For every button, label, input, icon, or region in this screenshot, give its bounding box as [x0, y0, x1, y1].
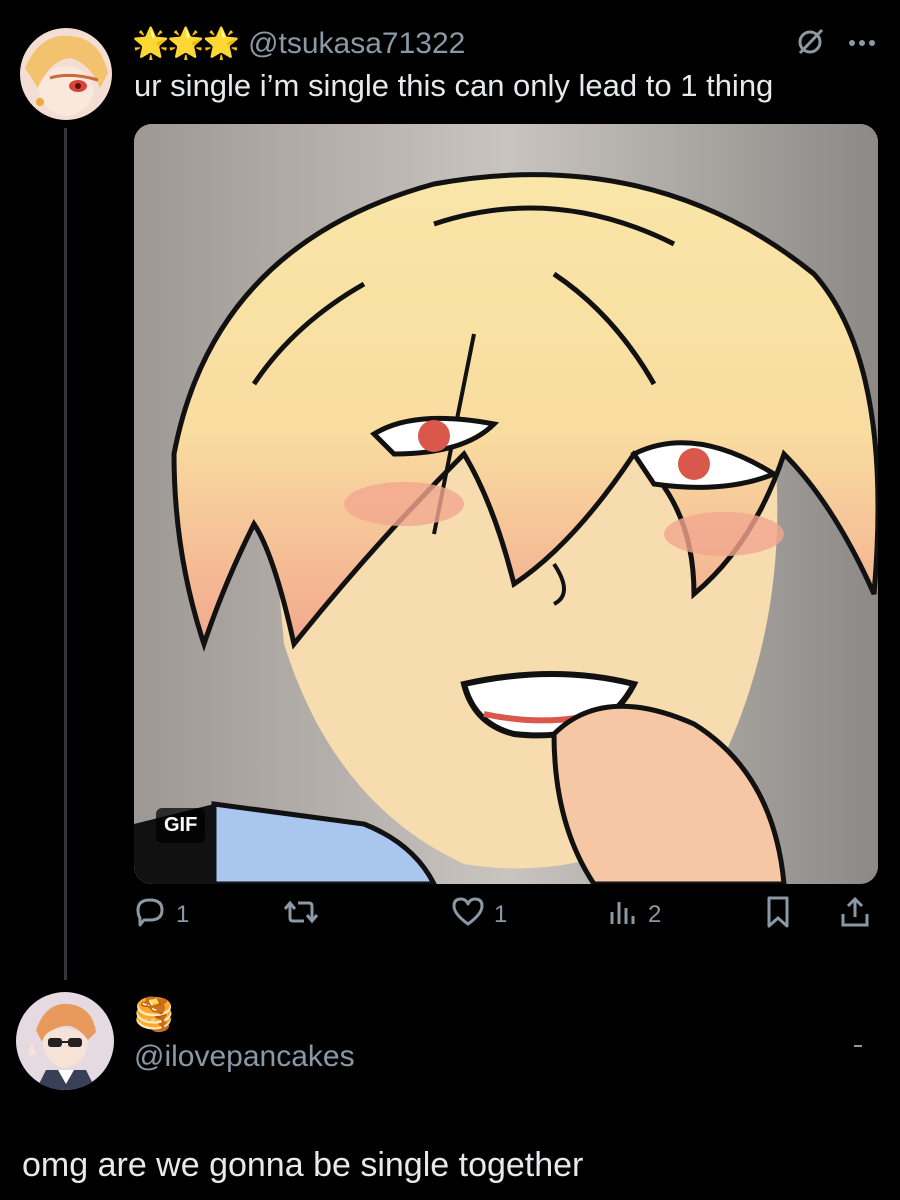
more-icon[interactable]	[848, 35, 876, 53]
reply-icon	[132, 894, 168, 937]
views-icon	[606, 894, 640, 937]
author-handle[interactable]: @ilovepancakes	[134, 1040, 355, 1074]
repost-icon	[282, 894, 320, 937]
views-button[interactable]: 2	[606, 890, 661, 940]
repost-button[interactable]	[282, 890, 320, 940]
like-button[interactable]: 1	[450, 890, 507, 940]
author-handle[interactable]: @tsukasa71322	[248, 27, 465, 61]
divider	[854, 1045, 862, 1047]
post-text: omg are we gonna be single together	[22, 1146, 584, 1184]
views-count: 2	[648, 901, 662, 928]
avatar[interactable]	[20, 28, 112, 120]
bookmark-icon	[762, 894, 794, 937]
post-header: 🌟🌟🌟 @tsukasa71322	[132, 24, 465, 64]
reply-count: 1	[176, 901, 190, 928]
grok-slash-icon[interactable]	[796, 26, 826, 61]
share-icon	[838, 894, 872, 937]
action-bar: 1 1 2	[132, 890, 880, 940]
share-button[interactable]	[838, 890, 872, 940]
avatar[interactable]	[16, 992, 114, 1090]
post-media-gif[interactable]	[134, 124, 878, 884]
gif-badge: GIF	[156, 808, 206, 843]
star-badge: 🌟🌟🌟	[132, 27, 240, 60]
reply-button[interactable]: 1	[132, 890, 189, 940]
pancake-badge: 🥞	[134, 996, 174, 1032]
thread-line	[64, 128, 67, 980]
bookmark-button[interactable]	[762, 890, 794, 940]
like-icon	[450, 894, 486, 937]
post-text: ur single i’m single this can only lead …	[134, 68, 774, 103]
post-header-controls	[796, 26, 876, 61]
like-count: 1	[494, 901, 508, 928]
